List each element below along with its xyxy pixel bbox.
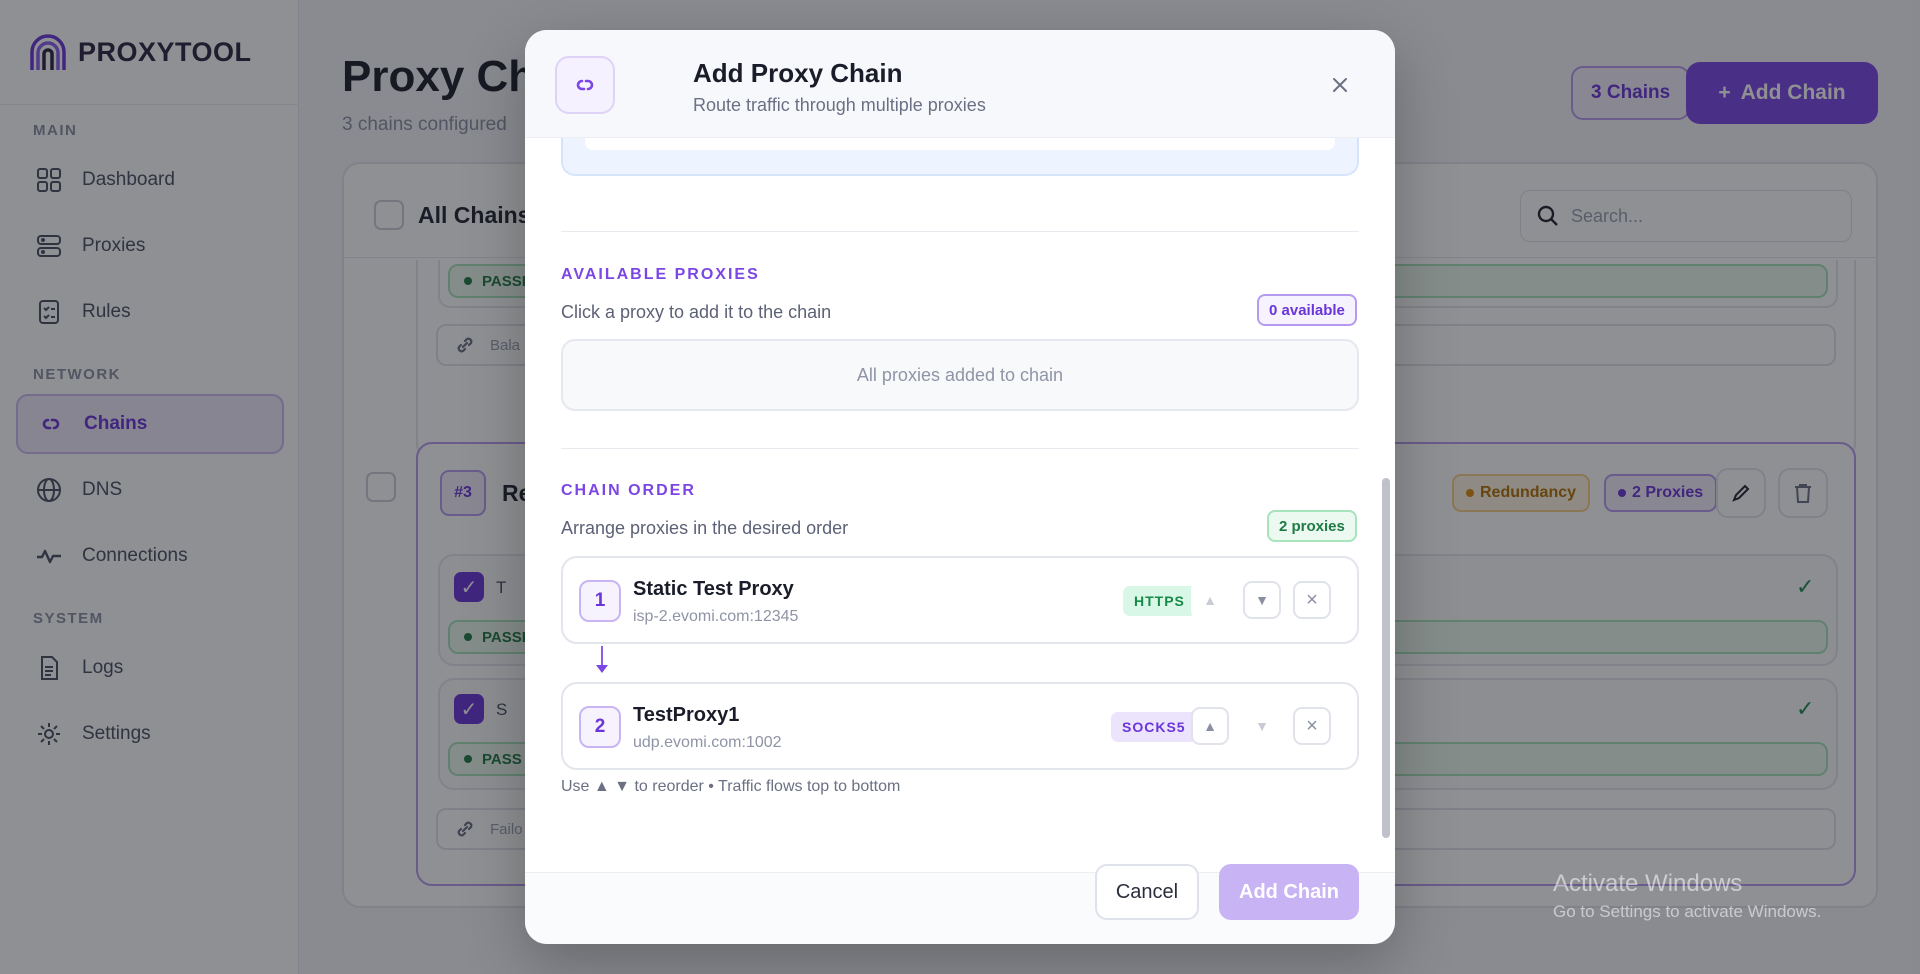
chain-order-heading: CHAIN ORDER <box>561 482 696 499</box>
chevron-down-icon: ▼ <box>1255 592 1269 608</box>
available-proxies-heading: AVAILABLE PROXIES <box>561 266 760 283</box>
chevron-up-icon: ▲ <box>1203 592 1217 608</box>
arrow-down-icon <box>596 665 608 673</box>
section-divider <box>561 231 1359 232</box>
reorder-hint: Use ▲ ▼ to reorder • Traffic flows top t… <box>561 778 901 795</box>
modal-subtitle: Route traffic through multiple proxies <box>693 95 986 115</box>
close-button[interactable] <box>1325 70 1355 100</box>
modal-title: Add Proxy Chain <box>693 58 903 88</box>
protocol-badge: SOCKS5 <box>1111 712 1197 742</box>
modal-header: Add Proxy Chain Route traffic through mu… <box>525 30 1395 138</box>
chain-settings-field[interactable] <box>585 138 1335 150</box>
watermark-line2: Go to Settings to activate Windows. <box>1553 902 1822 921</box>
available-proxies-empty: All proxies added to chain <box>561 339 1359 411</box>
proxy-name: Static Test Proxy <box>633 578 794 600</box>
modal-body[interactable]: AVAILABLE PROXIES Click a proxy to add i… <box>525 138 1395 872</box>
move-down-button[interactable]: ▼ <box>1243 581 1281 619</box>
windows-watermark: Activate Windows Go to Settings to activ… <box>1553 870 1821 922</box>
remove-proxy-button[interactable]: × <box>1293 581 1331 619</box>
remove-proxy-button[interactable]: × <box>1293 707 1331 745</box>
move-up-button[interactable]: ▲ <box>1191 581 1229 619</box>
cancel-button[interactable]: Cancel <box>1095 864 1199 920</box>
add-proxy-chain-modal: Add Proxy Chain Route traffic through mu… <box>525 30 1395 944</box>
close-icon: × <box>1306 714 1318 737</box>
chevron-down-icon: ▼ <box>1255 718 1269 734</box>
move-down-button[interactable]: ▼ <box>1243 707 1281 745</box>
close-icon <box>1333 78 1347 92</box>
proxy-host: isp-2.evomi.com:12345 <box>633 608 799 625</box>
chain-order-item[interactable]: 2 TestProxy1 udp.evomi.com:1002 SOCKS5 ▲… <box>561 682 1359 770</box>
move-up-button[interactable]: ▲ <box>1191 707 1229 745</box>
submit-add-chain-button[interactable]: Add Chain <box>1219 864 1359 920</box>
chain-order-number: 2 <box>579 706 621 748</box>
chevron-up-icon: ▲ <box>1203 718 1217 734</box>
available-count-badge: 0 available <box>1257 294 1357 326</box>
section-divider <box>561 448 1359 449</box>
close-icon: × <box>1306 588 1318 611</box>
chain-order-number: 1 <box>579 580 621 622</box>
chain-order-item[interactable]: 1 Static Test Proxy isp-2.evomi.com:1234… <box>561 556 1359 644</box>
chain-link-icon <box>555 56 615 114</box>
chain-settings-box <box>561 138 1359 176</box>
proxy-host: udp.evomi.com:1002 <box>633 734 782 751</box>
watermark-line1: Activate Windows <box>1553 870 1743 897</box>
chain-count-badge: 2 proxies <box>1267 510 1357 542</box>
available-proxies-desc: Click a proxy to add it to the chain <box>561 302 832 322</box>
protocol-badge: HTTPS <box>1123 586 1196 616</box>
modal-scrollbar[interactable] <box>1382 478 1390 838</box>
proxy-name: TestProxy1 <box>633 704 740 726</box>
chain-order-desc: Arrange proxies in the desired order <box>561 518 849 538</box>
